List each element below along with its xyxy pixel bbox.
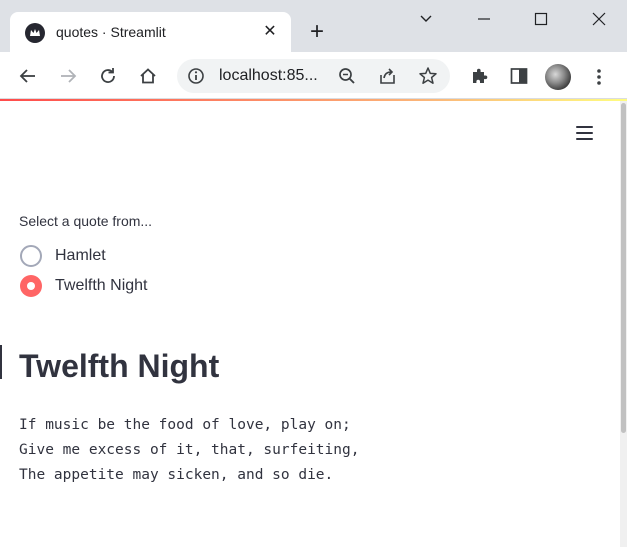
page-scrollbar[interactable] — [620, 101, 627, 547]
tab-close-icon[interactable]: ✕ — [260, 22, 280, 42]
page-title: Twelfth Night — [19, 348, 220, 384]
scrollbar-thumb[interactable] — [621, 103, 626, 433]
browser-tab[interactable]: quotes · Streamlit ✕ — [10, 12, 291, 52]
tab-title: quotes · Streamlit — [56, 24, 166, 40]
minimize-window-icon[interactable] — [459, 0, 507, 40]
radio-unselected-icon[interactable] — [20, 245, 42, 267]
radio-option-label[interactable]: Hamlet — [55, 247, 106, 265]
new-tab-button[interactable]: + — [303, 19, 331, 47]
anchor-link-marker — [0, 345, 2, 379]
browser-menu-icon[interactable] — [589, 64, 609, 90]
address-bar[interactable]: localhost:85... — [177, 59, 450, 93]
browser-toolbar: localhost:85... — [0, 52, 627, 99]
profile-avatar[interactable] — [545, 64, 571, 90]
extensions-puzzle-icon[interactable] — [465, 62, 493, 90]
share-icon[interactable] — [378, 66, 398, 86]
radio-group-label: Select a quote from... — [19, 213, 153, 229]
quote-line: The appetite may sicken, and so die. — [19, 467, 334, 483]
streamlit-favicon-icon — [25, 23, 45, 43]
app-main-menu-icon[interactable] — [575, 124, 595, 142]
back-arrow-icon[interactable] — [14, 62, 42, 90]
home-icon[interactable] — [134, 62, 162, 90]
site-info-icon[interactable] — [187, 67, 205, 85]
radio-option-label[interactable]: Twelfth Night — [55, 277, 147, 295]
side-panel-icon[interactable] — [505, 62, 533, 90]
zoom-icon[interactable] — [337, 66, 357, 86]
forward-arrow-icon[interactable] — [54, 62, 82, 90]
radio-selected-icon[interactable] — [20, 275, 42, 297]
quote-line: Give me excess of it, that, surfeiting, — [19, 442, 360, 458]
app-header-decoration — [0, 99, 627, 101]
tab-search-chevron-icon[interactable] — [401, 0, 449, 40]
maximize-window-icon[interactable] — [516, 0, 564, 40]
reload-icon[interactable] — [94, 62, 122, 90]
url-text[interactable]: localhost:85... — [219, 67, 318, 85]
quote-line: If music be the food of love, play on; — [19, 417, 351, 433]
browser-title-bar: quotes · Streamlit ✕ + — [0, 0, 627, 52]
quote-code-block: If music be the food of love, play on; Gi… — [19, 413, 359, 488]
bookmark-star-icon[interactable] — [418, 66, 438, 86]
close-window-icon[interactable] — [574, 0, 622, 40]
